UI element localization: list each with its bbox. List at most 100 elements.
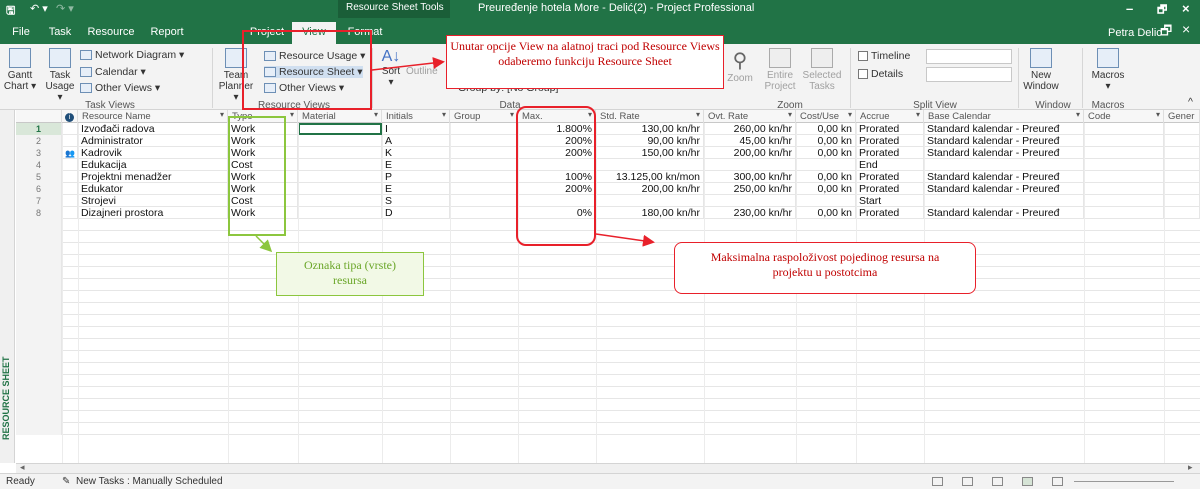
cell-accrue[interactable]: Prorated [856,207,924,219]
details-dropdown[interactable] [926,67,1012,82]
table-row[interactable] [16,255,1200,267]
cell-initials[interactable]: E [382,159,450,171]
table-row[interactable]: 3 👥 Kadrovik Work K 200% 150,00 kn/hr 200,00 kn… [16,147,1200,159]
cell-initials[interactable]: E [382,183,450,195]
cell-material[interactable] [298,159,382,171]
table-row[interactable] [16,387,1200,399]
table-row[interactable] [16,399,1200,411]
cell-accrue[interactable]: Prorated [856,135,924,147]
cell-code[interactable] [1084,207,1164,219]
cell-code[interactable] [1084,159,1164,171]
collapse-ribbon-icon[interactable]: ^ [1188,96,1193,108]
table-row[interactable] [16,279,1200,291]
table-row[interactable] [16,219,1200,231]
cell-cal[interactable]: Standard kalendar - Preuređ [924,135,1084,147]
tab-resource[interactable]: Resource [82,22,140,44]
row-number-empty[interactable] [16,387,62,399]
team-planner-shortcut-icon[interactable] [992,477,1003,486]
row-number-empty[interactable] [16,399,62,411]
cell-group[interactable] [450,159,518,171]
dropdown-arrow-icon[interactable]: ▾ [290,110,294,119]
row-number-empty[interactable] [16,219,62,231]
cell-initials[interactable]: D [382,207,450,219]
table-row[interactable] [16,231,1200,243]
cell-gen[interactable] [1164,195,1200,207]
cell-ovt[interactable]: 260,00 kn/hr [704,123,796,135]
row-number-empty[interactable] [16,279,62,291]
row-number-empty[interactable] [16,267,62,279]
table-row[interactable] [16,411,1200,423]
column-header-cost-use[interactable]: Cost/Use ▾ [796,110,856,123]
cell-accrue[interactable]: Start [856,195,924,207]
cell-name[interactable]: Edukacija [78,159,228,171]
column-header-ovt-rate[interactable]: Ovt. Rate ▾ [704,110,796,123]
cell-cost[interactable]: 0,00 kn [796,207,856,219]
column-header-base-calendar[interactable]: Base Calendar ▾ [924,110,1084,123]
table-row[interactable]: 7 Strojevi Cost S Start [16,195,1200,207]
row-number-empty[interactable] [16,255,62,267]
scroll-right-icon[interactable]: ▸ [1188,462,1193,473]
cell-cost[interactable] [796,159,856,171]
cell-ovt[interactable]: 250,00 kn/hr [704,183,796,195]
cell-ovt[interactable] [704,159,796,171]
details-checkbox[interactable]: Details [858,68,903,80]
cell-num[interactable]: 1 [16,123,62,135]
column-header-accrue[interactable]: Accrue ▾ [856,110,924,123]
cell-std[interactable]: 200,00 kn/hr [596,183,704,195]
timeline-checkbox[interactable]: Timeline [858,50,910,62]
cell-material[interactable] [298,135,382,147]
cell-group[interactable] [450,147,518,159]
column-header-code[interactable]: Code ▾ [1084,110,1164,123]
cell-cost[interactable]: 0,00 kn [796,123,856,135]
cell-initials[interactable]: P [382,171,450,183]
cell-std[interactable]: 90,00 kn/hr [596,135,704,147]
cell-material[interactable] [298,195,382,207]
selected-tasks-button[interactable]: Selected Tasks [800,48,844,92]
table-row[interactable] [16,351,1200,363]
cell-name[interactable]: Strojevi [78,195,228,207]
cell-std[interactable] [596,195,704,207]
undo-icon[interactable]: ↶ ▾ [30,2,48,15]
gantt-chart-button[interactable]: Gantt Chart ▾ [2,48,38,92]
cell-code[interactable] [1084,135,1164,147]
cell-num[interactable]: 8 [16,207,62,219]
cell-group[interactable] [450,135,518,147]
zoom-button[interactable]: ⚲ Zoom [722,48,758,84]
cell-ovt[interactable]: 300,00 kn/hr [704,171,796,183]
row-number-empty[interactable] [16,231,62,243]
table-row[interactable]: 2 Administrator Work A 200% 90,00 kn/hr 45,00 … [16,135,1200,147]
cell-cost[interactable]: 0,00 kn [796,171,856,183]
task-usage-shortcut-icon[interactable] [962,477,973,486]
table-row[interactable]: 1 Izvođači radova Work I 1.800% 130,00 kn/hr 2… [16,123,1200,135]
cell-std[interactable]: 180,00 kn/hr [596,207,704,219]
close-button[interactable]: × [1182,1,1190,16]
tab-file[interactable]: File [4,22,38,44]
dropdown-arrow-icon[interactable]: ▾ [374,110,378,119]
cell-num[interactable]: 5 [16,171,62,183]
table-row[interactable] [16,327,1200,339]
cell-num[interactable]: 2 [16,135,62,147]
row-number-empty[interactable] [16,351,62,363]
cell-accrue[interactable]: Prorated [856,171,924,183]
cell-cal[interactable]: Standard kalendar - Preuređ [924,207,1084,219]
calendar-button[interactable]: Calendar ▾ [80,66,146,78]
cell-num[interactable]: 7 [16,195,62,207]
row-number-empty[interactable] [16,423,62,435]
dropdown-arrow-icon[interactable]: ▾ [1076,110,1080,119]
close-doc-icon[interactable]: × [1182,21,1190,37]
task-usage-button[interactable]: Task Usage ▾ [42,48,78,103]
cell-num[interactable]: 6 [16,183,62,195]
dropdown-arrow-icon[interactable]: ▾ [788,110,792,119]
minimize-button[interactable]: – [1126,1,1133,16]
column-header-generic[interactable]: Gener [1164,110,1200,123]
cell-gen[interactable] [1164,183,1200,195]
cell-accrue[interactable]: Prorated [856,183,924,195]
network-diagram-button[interactable]: Network Diagram ▾ [80,49,184,61]
tab-task[interactable]: Task [42,22,78,44]
cell-gen[interactable] [1164,135,1200,147]
redo-icon[interactable]: ↷ ▾ [56,2,74,15]
cell-accrue[interactable]: End [856,159,924,171]
cell-ovt[interactable]: 230,00 kn/hr [704,207,796,219]
column-header-material[interactable]: Material ▾ [298,110,382,123]
cell-std[interactable]: 150,00 kn/hr [596,147,704,159]
